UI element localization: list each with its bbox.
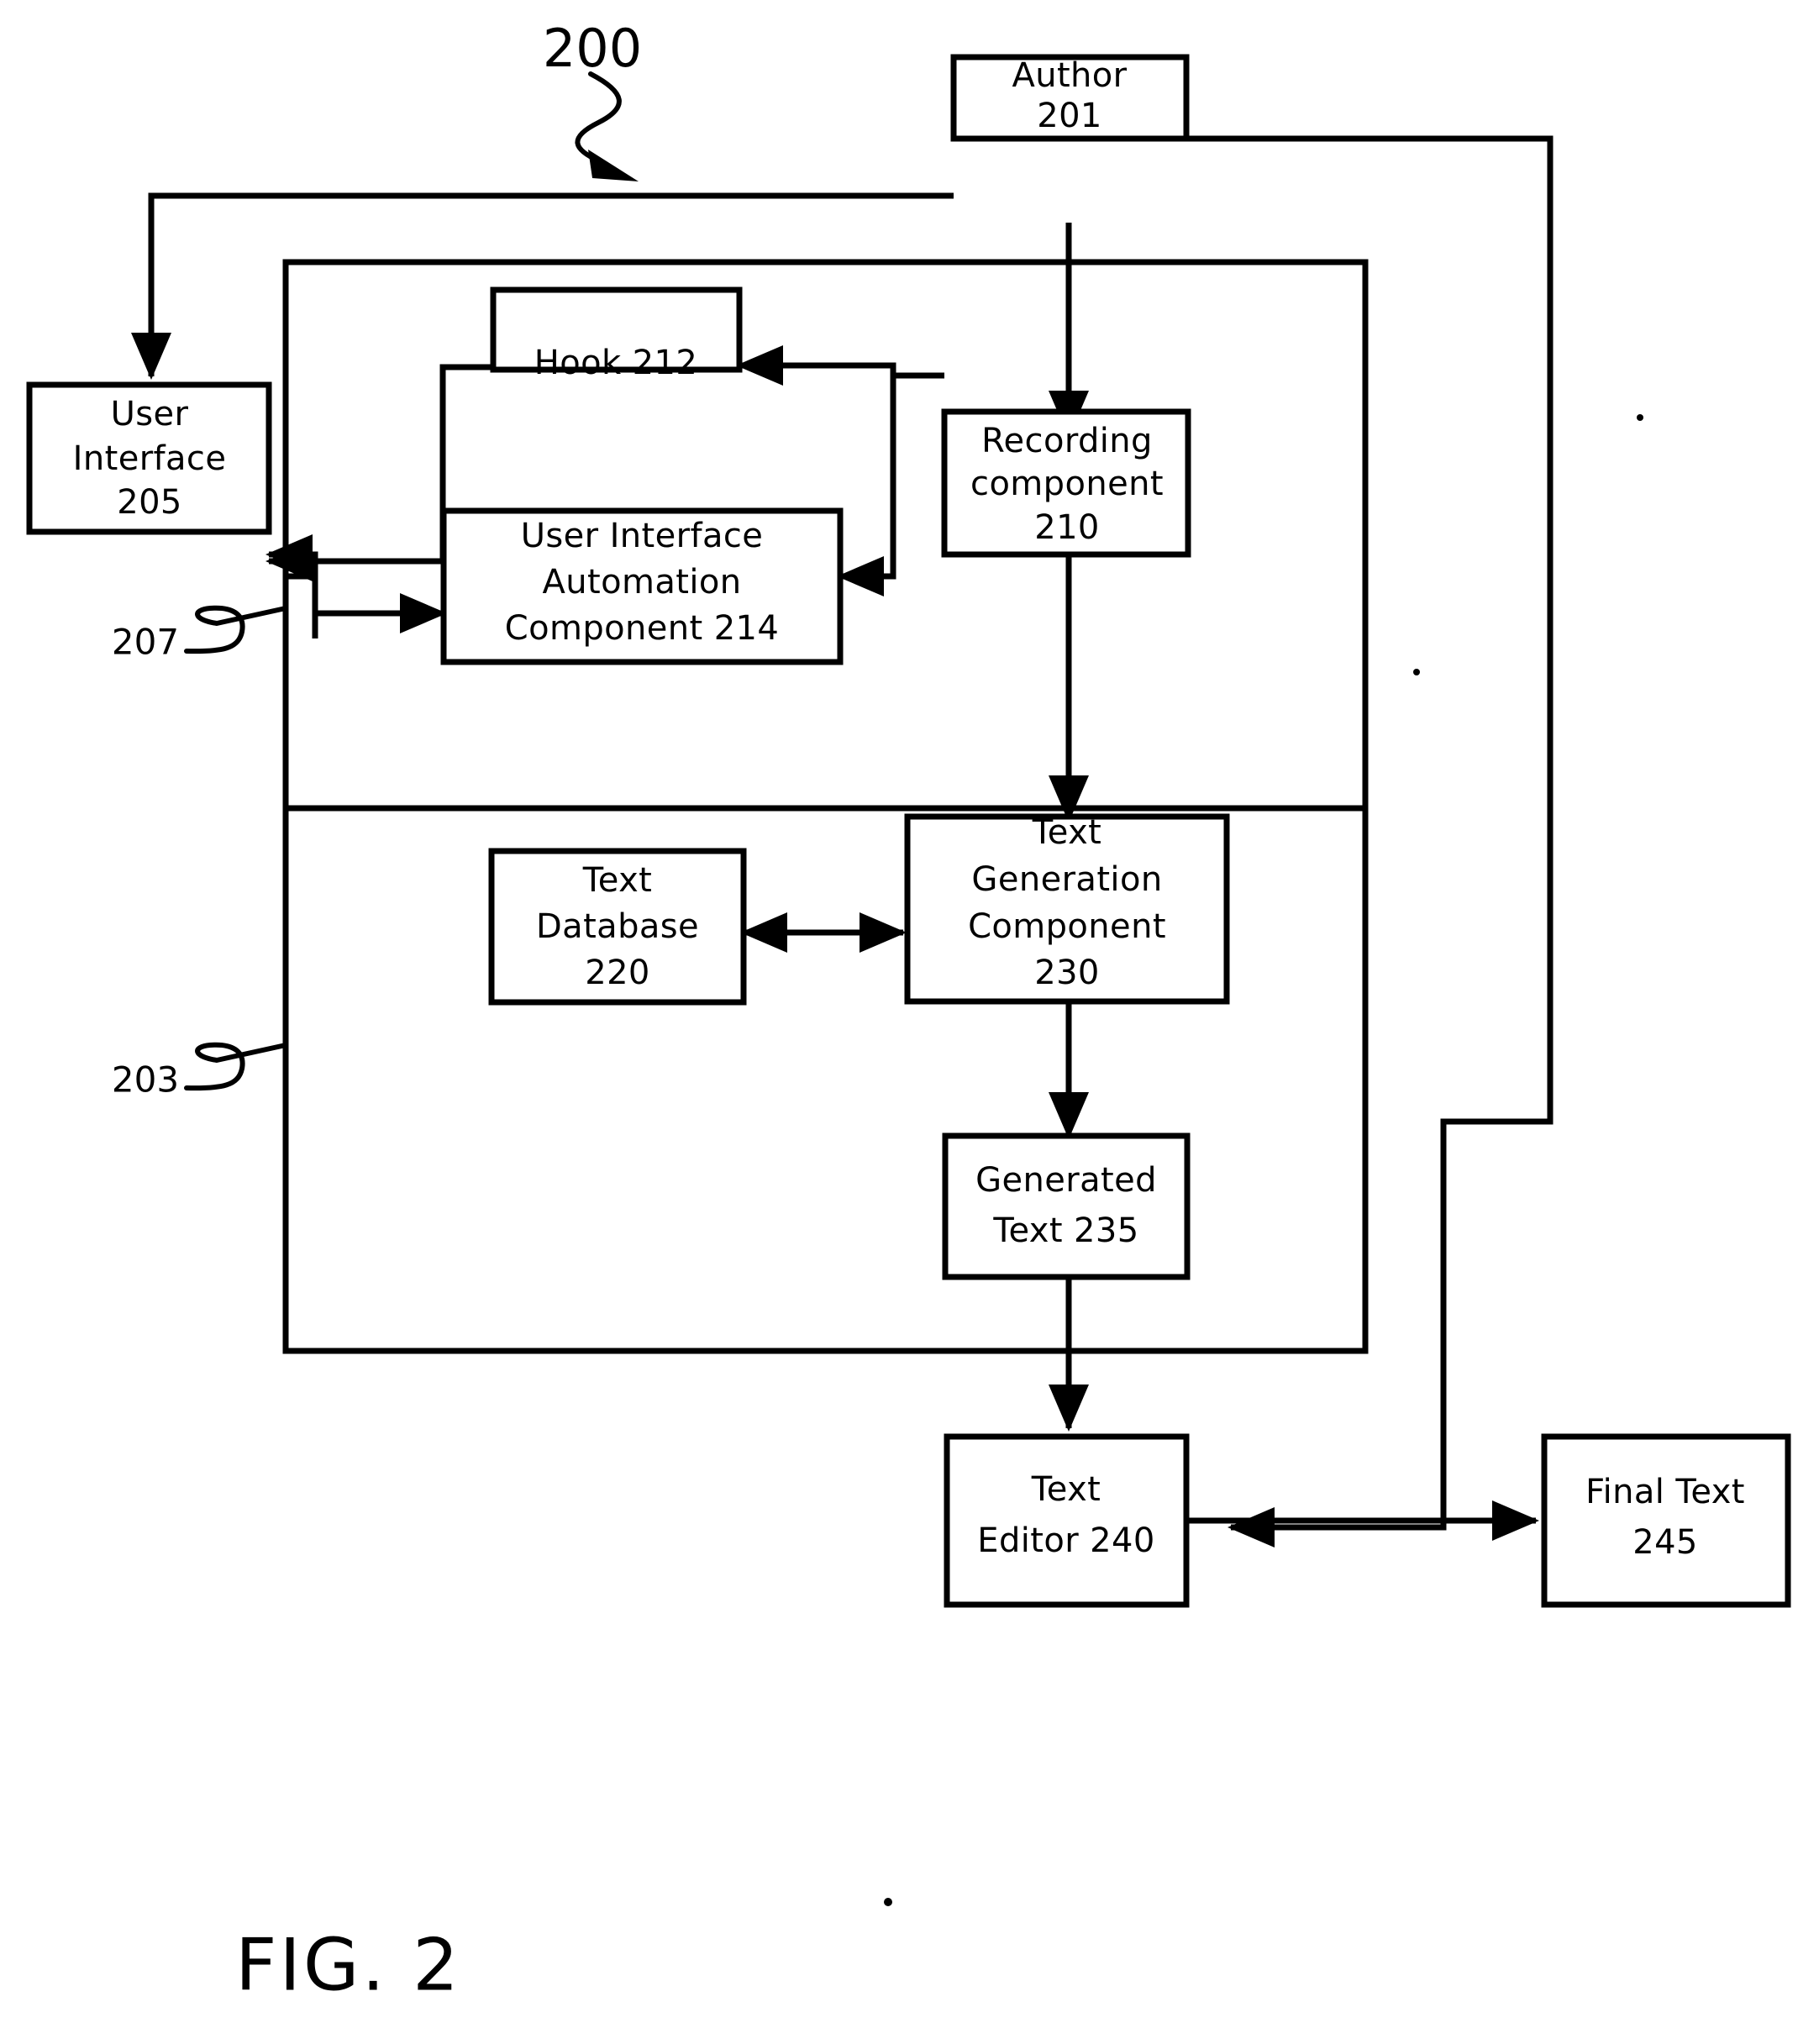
connector-recording-to-uia bbox=[837, 365, 896, 596]
node-recording-line1: Recording bbox=[981, 422, 1153, 460]
figure-2-block-diagram: Author 201 User Interface 205 Hook 212 R… bbox=[26, 18, 1791, 2007]
node-text-generation-component[interactable]: Text Generation Component 230 bbox=[904, 813, 1230, 1005]
reference-200: 200 bbox=[543, 18, 642, 181]
node-user-interface-line2: Interface bbox=[73, 439, 227, 478]
node-uia-component[interactable]: User Interface Automation Component 214 bbox=[440, 507, 844, 665]
system-container-207 bbox=[282, 259, 1369, 1354]
node-generated-text-line1: Generated bbox=[975, 1161, 1157, 1200]
node-author-line2: 201 bbox=[1037, 97, 1102, 135]
node-generated-text-rect[interactable] bbox=[942, 1132, 1191, 1280]
node-final-text-line2: 245 bbox=[1632, 1523, 1698, 1562]
node-text-editor[interactable]: Text Editor 240 bbox=[944, 1433, 1190, 1608]
node-text-database[interactable]: Text Database 220 bbox=[488, 848, 747, 1006]
node-uia-line1: User Interface bbox=[521, 517, 764, 555]
node-recording-component[interactable]: Recording component 210 bbox=[941, 408, 1191, 558]
node-final-text[interactable]: Final Text 245 bbox=[1541, 1433, 1791, 1608]
connector-recording-to-hook bbox=[736, 345, 944, 386]
node-text-generation-line4: 230 bbox=[1034, 954, 1100, 992]
scan-speck bbox=[1413, 669, 1420, 675]
reference-207: 207 bbox=[112, 605, 288, 663]
node-text-generation-line3: Component bbox=[968, 907, 1166, 946]
reference-203: 203 bbox=[112, 1042, 288, 1101]
node-generated-text-line2: Text 235 bbox=[992, 1211, 1138, 1250]
figure-caption: FIG. 2 bbox=[235, 1923, 461, 2007]
scan-speck bbox=[1637, 414, 1643, 421]
reference-200-leader bbox=[575, 71, 622, 164]
node-text-editor-rect[interactable] bbox=[944, 1433, 1190, 1608]
node-generated-text[interactable]: Generated Text 235 bbox=[942, 1132, 1191, 1280]
node-text-database-line3: 220 bbox=[585, 954, 650, 992]
connector-uia-to-user-interface bbox=[265, 534, 318, 638]
patent-figure: Author 201 User Interface 205 Hook 212 R… bbox=[0, 0, 1819, 2044]
connector-container-to-uia bbox=[286, 573, 447, 633]
reference-203-leader bbox=[184, 1042, 288, 1091]
node-user-interface-line1: User bbox=[111, 395, 189, 433]
node-hook-line1: Hook 212 bbox=[534, 344, 697, 382]
node-text-generation-line1: Text bbox=[1032, 813, 1102, 852]
node-hook[interactable]: Hook 212 bbox=[490, 286, 743, 382]
node-text-generation-line2: Generation bbox=[971, 860, 1162, 899]
node-final-text-line1: Final Text bbox=[1585, 1473, 1745, 1511]
node-user-interface[interactable]: User Interface 205 bbox=[26, 381, 272, 535]
reference-203-label: 203 bbox=[112, 1059, 179, 1101]
node-recording-line2: component bbox=[970, 465, 1164, 503]
reference-207-leader bbox=[184, 605, 288, 654]
node-uia-line3: Component 214 bbox=[505, 609, 780, 648]
node-recording-line3: 210 bbox=[1034, 508, 1100, 547]
node-uia-line2: Automation bbox=[543, 563, 742, 602]
node-final-text-rect[interactable] bbox=[1541, 1433, 1791, 1608]
node-user-interface-line3: 205 bbox=[117, 483, 182, 522]
node-author[interactable]: Author 201 bbox=[950, 54, 1190, 142]
node-text-editor-line1: Text bbox=[1031, 1470, 1101, 1509]
scan-speck bbox=[884, 1898, 892, 1906]
reference-207-label: 207 bbox=[112, 622, 179, 663]
reference-200-arrowhead bbox=[588, 150, 639, 181]
node-author-line1: Author bbox=[1012, 56, 1127, 95]
node-text-database-line1: Text bbox=[582, 861, 653, 900]
reference-200-label: 200 bbox=[543, 18, 642, 79]
node-text-editor-line2: Editor 240 bbox=[977, 1521, 1154, 1560]
node-text-database-line2: Database bbox=[536, 907, 699, 946]
